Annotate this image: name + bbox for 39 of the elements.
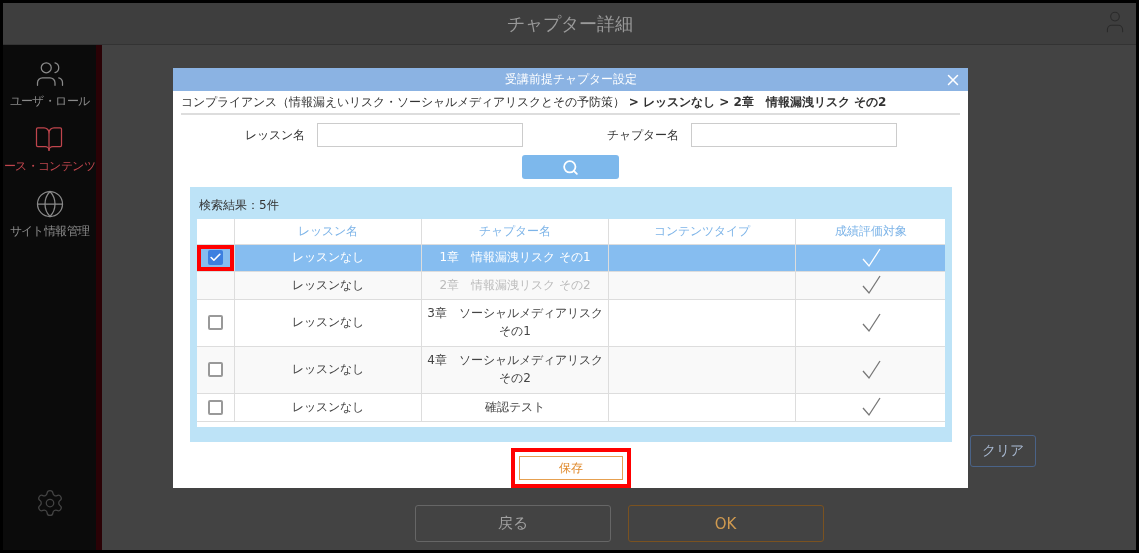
table-cell: レッスンなし [235,244,422,271]
search-button[interactable] [522,155,619,179]
checkbox[interactable] [208,399,223,415]
result-count: 検索結果：5件 [198,197,280,215]
table-row[interactable]: レッスンなし 4章 ソーシャルメディアリスクその2 [197,346,945,394]
dialog-title: 受講前提チャプター設定 [504,71,637,89]
column-header: 成績評価対象 [833,222,908,240]
search-icon [562,158,579,176]
checkbox[interactable] [208,315,223,331]
back-button[interactable]: 戻る [414,505,611,542]
table-cell: 4章 ソーシャルメディアリスクその2 [422,346,609,393]
table-row[interactable]: レッスンなし 3章 ソーシャルメディアリスクその1 [197,299,945,347]
table-cell: レッスンなし [235,299,422,346]
table-cell: レッスンなし [235,271,422,299]
table-row[interactable]: レッスンなし 確認テスト [197,393,945,422]
breadcrumb: コンプライアンス（情報漏えいリスク・ソーシャルメディアリスクとその予防策） > レッスンなし > 2章 情報漏洩リスク その2 [181,94,960,116]
sidebar-item[interactable]: サイト情報管理 [9,223,90,240]
input-field[interactable] [316,123,523,148]
checkbox[interactable] [208,362,223,378]
table-cell: 3章 ソーシャルメディアリスクその1 [422,299,609,346]
field-label: チャプター名 [606,126,679,144]
field-label: レッスン名 [244,126,305,144]
globe-icon[interactable] [34,189,65,219]
page-title: チャプター詳細 [506,11,633,36]
users-icon[interactable] [34,59,65,89]
sidebar-item[interactable]: ユーザ・ロール [9,93,90,110]
column-header: レッスン名 [235,218,422,244]
column-header: チャプター名 [422,218,609,244]
table-cell: 確認テスト [422,393,609,421]
table-cell: レッスンなし [235,346,422,393]
ok-button[interactable]: OK [627,505,824,542]
book-icon[interactable] [34,124,65,154]
input-field[interactable] [690,123,897,148]
sidebar-item[interactable]: ース・コンテンツ [3,158,96,175]
column-header: コンテンツタイプ [609,218,796,244]
checkbox[interactable] [208,250,223,266]
table-cell: レッスンなし [235,393,422,421]
clear-button[interactable]: クリア [970,435,1036,467]
table-cell: 1章 情報漏洩リスク その1 [422,244,609,271]
